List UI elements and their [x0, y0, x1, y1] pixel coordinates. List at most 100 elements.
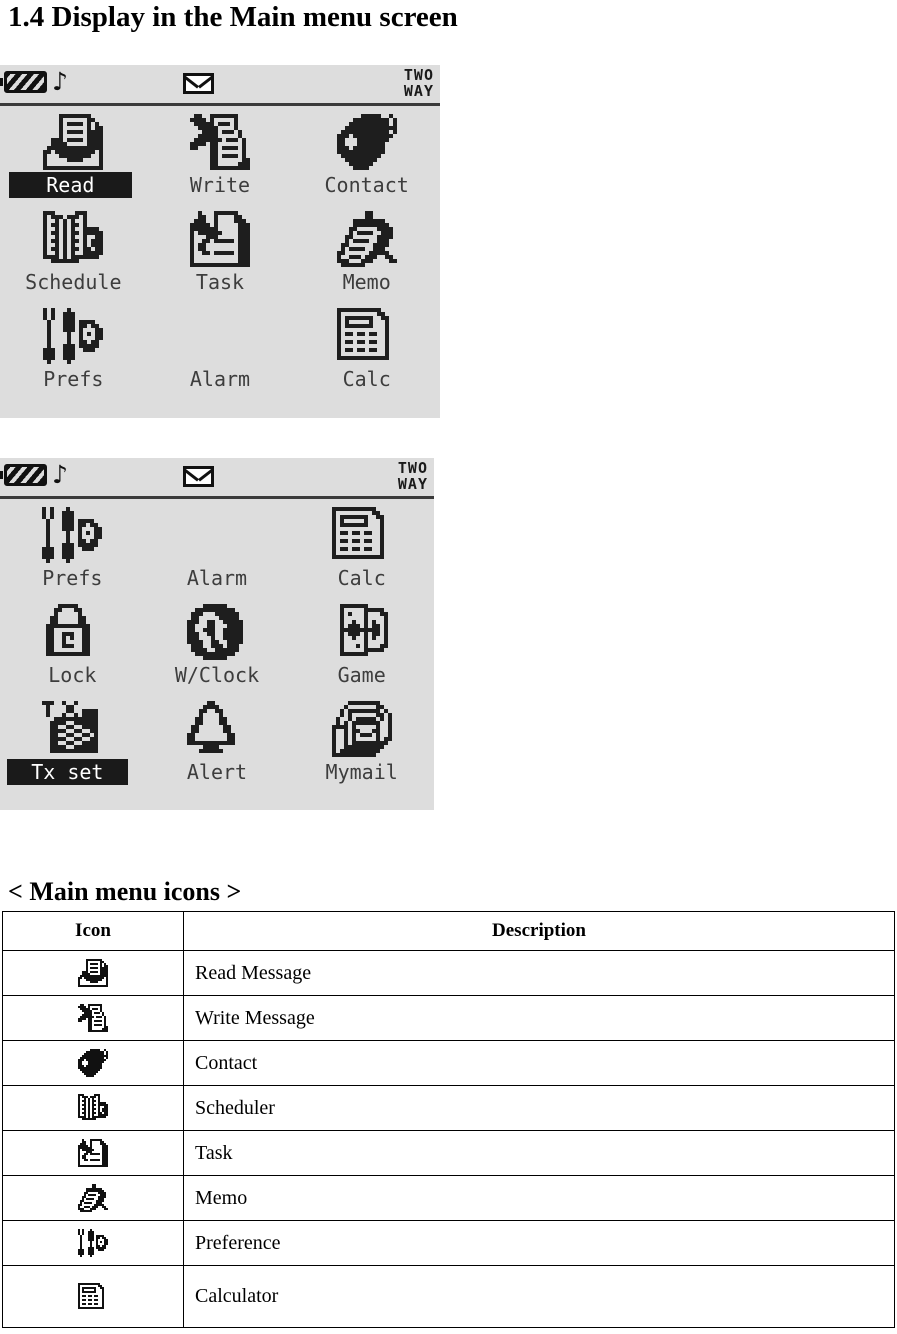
table-cell-description: Preference — [183, 1220, 895, 1266]
music-note-icon: ♪ — [52, 460, 68, 489]
menu-item-alert[interactable]: Alert — [145, 699, 290, 796]
status-left-group: ♪ — [0, 460, 68, 489]
status-left-group: ♪ — [0, 69, 68, 94]
table-cell-description: Task — [183, 1130, 895, 1176]
menu-item-label: Calc — [342, 367, 391, 391]
padlock-icon — [42, 602, 103, 662]
battery-icon — [0, 71, 47, 93]
menu-item-w-clock[interactable]: W/Clock — [145, 602, 290, 699]
menu-item-label: Prefs — [42, 566, 103, 590]
write-message-icon — [3, 1004, 183, 1032]
table-cell-description: Calculator — [183, 1265, 895, 1328]
menu-item-mymail[interactable]: Mymail — [289, 699, 434, 796]
main-menu-icons-table: Icon Description Read Message Write Messa… — [2, 911, 895, 1328]
menu-item-alarm[interactable]: Alarm — [145, 505, 290, 602]
bell-icon — [186, 699, 247, 759]
status-bar: ♪ TWO WAY — [0, 458, 434, 499]
menu-item-label: Alarm — [186, 566, 248, 590]
table-cell-description: Contact — [183, 1040, 895, 1086]
scheduler-icon — [3, 1094, 183, 1122]
memo-icon — [336, 209, 397, 269]
column-header-icon: Icon — [2, 911, 184, 951]
write-message-icon — [189, 112, 250, 172]
icon-grid-page-1: Read Write Contact Schedule Task Memo Prefs Ala… — [0, 106, 440, 403]
menu-item-write[interactable]: Write — [147, 112, 294, 209]
table-row: Read Message — [2, 950, 895, 996]
table-cell-description: Read Message — [183, 950, 895, 996]
network-mode-label: TWO WAY — [398, 460, 428, 492]
table-cell-icon — [2, 950, 184, 996]
menu-item-label: Schedule — [25, 270, 122, 294]
calculator-icon — [336, 306, 397, 366]
table-cell-icon — [2, 1265, 184, 1328]
table-row: Scheduler — [2, 1085, 895, 1131]
icon-grid-page-2: Prefs Alarm Calc Lock W/Clock Game Tx set Alert… — [0, 499, 434, 796]
menu-item-label: Read — [8, 172, 132, 198]
network-mode-line2: WAY — [403, 82, 434, 100]
menu-item-schedule[interactable]: Schedule — [0, 209, 147, 306]
mymail-envelopes-icon — [331, 699, 392, 759]
column-header-description: Description — [183, 911, 895, 951]
tx-setting-envelope-icon — [42, 699, 103, 759]
calculator-icon — [3, 1282, 183, 1311]
table-body: Read Message Write Message Contact Schedule… — [2, 950, 895, 1328]
main-menu-screen-2: ♪ TWO WAY Prefs Alarm Calc Lock W/Clock Game T… — [0, 458, 434, 810]
envelope-icon — [183, 73, 214, 94]
menu-item-prefs[interactable]: Prefs — [0, 505, 145, 602]
menu-item-label: Game — [337, 663, 386, 687]
menu-item-label: Task — [195, 270, 245, 294]
menu-item-label: Contact — [324, 173, 409, 197]
menu-item-memo[interactable]: Memo — [293, 209, 440, 306]
table-cell-description: Memo — [183, 1175, 895, 1221]
main-menu-screen-1: ♪ TWO WAY Read Write Contact Schedule Task Me… — [0, 65, 440, 418]
network-mode-line1: TWO — [397, 459, 428, 477]
menu-item-label: Alarm — [189, 367, 251, 391]
menu-item-lock[interactable]: Lock — [0, 602, 145, 699]
table-row: Memo — [2, 1175, 895, 1221]
task-icon — [3, 1139, 183, 1167]
menu-item-calc[interactable]: Calc — [293, 306, 440, 403]
calculator-icon — [331, 505, 392, 565]
table-cell-description: Write Message — [183, 995, 895, 1041]
table-header-row: Icon Description — [2, 911, 895, 951]
menu-item-label: Calc — [337, 566, 386, 590]
section-caption: < Main menu icons > — [8, 877, 242, 906]
network-mode-line1: TWO — [403, 66, 434, 84]
world-clock-globe-icon — [186, 602, 247, 662]
playing-cards-icon — [331, 602, 392, 662]
envelope-icon — [183, 466, 214, 487]
table-cell-icon — [2, 1085, 184, 1131]
table-cell-icon — [2, 995, 184, 1041]
menu-item-game[interactable]: Game — [289, 602, 434, 699]
menu-item-label: Mymail — [325, 760, 398, 784]
menu-item-label: Memo — [342, 270, 391, 294]
menu-item-label: Lock — [48, 663, 97, 687]
contact-icon — [336, 112, 397, 172]
table-row: Calculator — [2, 1265, 895, 1328]
task-icon — [189, 209, 250, 269]
menu-item-label: Alert — [186, 760, 248, 784]
menu-item-calc[interactable]: Calc — [289, 505, 434, 602]
menu-item-label: Write — [189, 173, 251, 197]
table-row: Preference — [2, 1220, 895, 1266]
table-cell-icon — [2, 1220, 184, 1266]
menu-item-task[interactable]: Task — [147, 209, 294, 306]
network-mode-label: TWO WAY — [404, 67, 434, 99]
menu-item-read[interactable]: Read — [0, 112, 147, 209]
menu-item-contact[interactable]: Contact — [293, 112, 440, 209]
preference-icon — [43, 306, 104, 366]
menu-item-alarm[interactable]: Alarm — [147, 306, 294, 403]
alarm-clock-icon — [219, 306, 221, 366]
status-bar: ♪ TWO WAY — [0, 65, 440, 106]
contact-icon — [3, 1049, 183, 1077]
alarm-clock-icon — [216, 505, 218, 565]
scheduler-icon — [43, 209, 104, 269]
menu-item-label: W/Clock — [174, 663, 260, 687]
menu-item-label: Prefs — [43, 367, 104, 391]
table-row: Write Message — [2, 995, 895, 1041]
menu-item-prefs[interactable]: Prefs — [0, 306, 147, 403]
table-row: Task — [2, 1130, 895, 1176]
menu-item-tx-set[interactable]: Tx set — [0, 699, 145, 796]
read-message-icon — [43, 112, 104, 172]
battery-icon — [0, 464, 47, 486]
